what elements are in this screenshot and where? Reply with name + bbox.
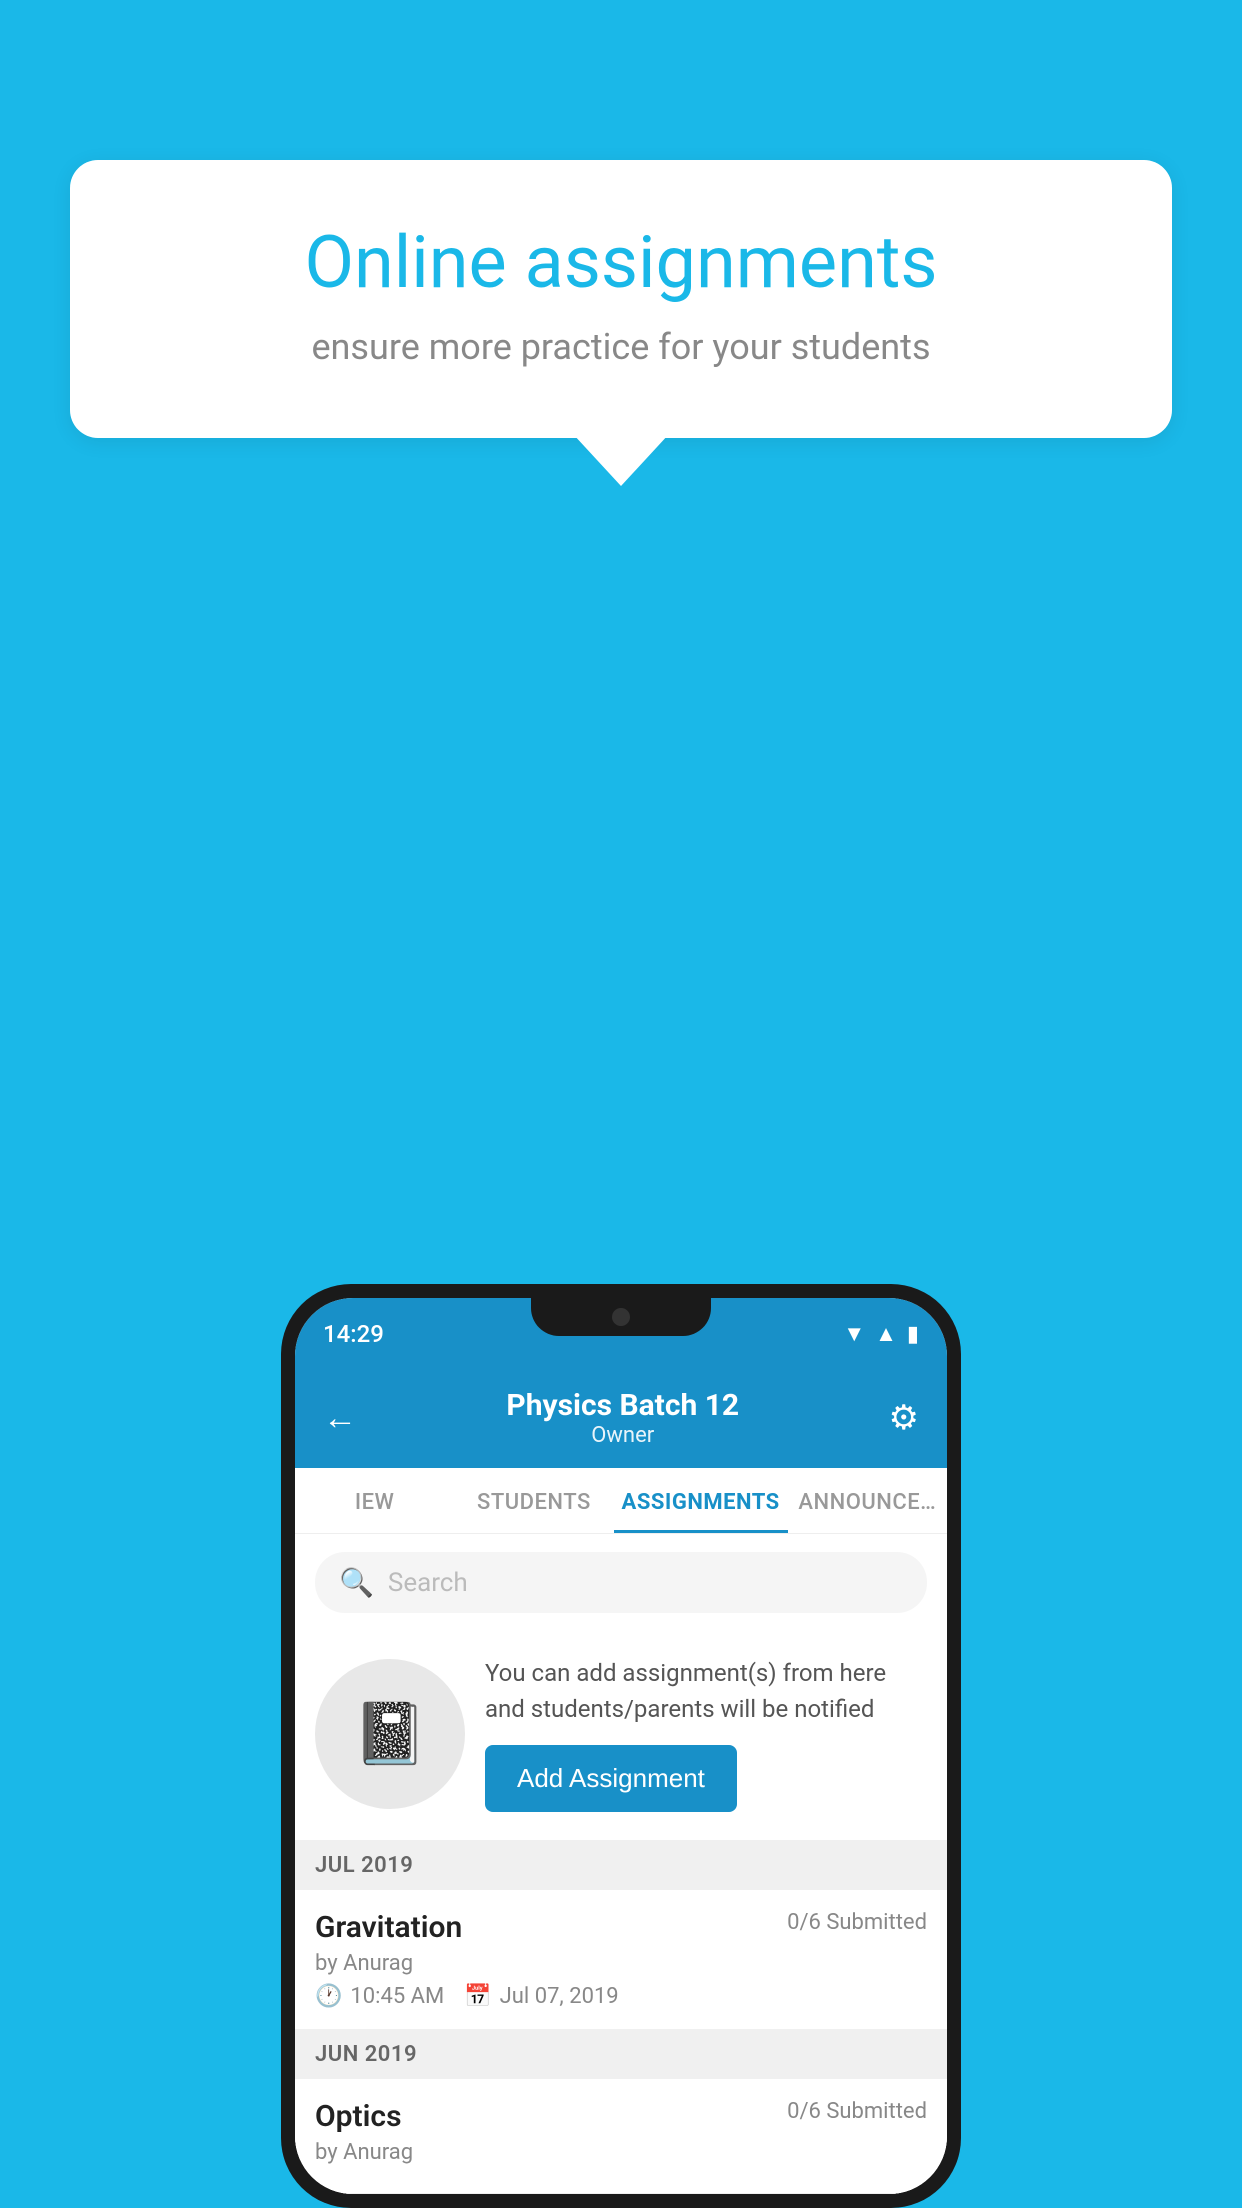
assignment-gravitation[interactable]: Gravitation 0/6 Submitted by Anurag 🕐 10… <box>295 1890 947 2030</box>
date-value: Jul 07, 2019 <box>500 1984 619 2009</box>
status-icons: ▼ ▲ ▮ <box>843 1321 919 1347</box>
app-header: ← Physics Batch 12 Owner ⚙ <box>295 1370 947 1468</box>
promo-icon-circle: 📓 <box>315 1659 465 1809</box>
assignment-submitted: 0/6 Submitted <box>787 1910 927 1935</box>
assignment-optics[interactable]: Optics 0/6 Submitted by Anurag <box>295 2079 947 2194</box>
header-center: Physics Batch 12 Owner <box>506 1388 739 1448</box>
assignment-top-row: Gravitation 0/6 Submitted <box>315 1910 927 1945</box>
batch-title: Physics Batch 12 <box>506 1388 739 1423</box>
assignment-author: by Anurag <box>315 1951 927 1976</box>
battery-icon: ▮ <box>907 1322 919 1347</box>
assignment-name-optics: Optics <box>315 2099 402 2134</box>
phone-screen: 14:29 ▼ ▲ ▮ ← Physics Batch 12 Owner ⚙ <box>295 1298 947 2194</box>
bubble-title: Online assignments <box>140 220 1102 306</box>
speech-bubble-area: Online assignments ensure more practice … <box>70 160 1172 438</box>
section-jun-2019: JUN 2019 <box>295 2030 947 2079</box>
assignment-name: Gravitation <box>315 1910 462 1945</box>
assignment-time: 🕐 10:45 AM <box>315 1984 444 2009</box>
status-bar: 14:29 ▼ ▲ ▮ <box>295 1298 947 1370</box>
search-bar-wrap: 🔍 Search <box>295 1534 947 1631</box>
bubble-subtitle: ensure more practice for your students <box>140 326 1102 368</box>
speech-bubble: Online assignments ensure more practice … <box>70 160 1172 438</box>
notebook-icon: 📓 <box>353 1698 428 1769</box>
section-jul-2019: JUL 2019 <box>295 1841 947 1890</box>
notch <box>531 1298 711 1336</box>
search-icon: 🔍 <box>339 1566 374 1599</box>
batch-owner: Owner <box>506 1423 739 1448</box>
assignment-submitted-optics: 0/6 Submitted <box>787 2099 927 2124</box>
add-assignment-button[interactable]: Add Assignment <box>485 1745 737 1812</box>
status-time: 14:29 <box>323 1320 384 1348</box>
assignment-date: 📅 Jul 07, 2019 <box>464 1984 618 2009</box>
tab-students[interactable]: STUDENTS <box>454 1468 613 1533</box>
phone-frame: 14:29 ▼ ▲ ▮ ← Physics Batch 12 Owner ⚙ <box>281 1284 961 2208</box>
camera <box>612 1308 630 1326</box>
tabs-bar: IEW STUDENTS ASSIGNMENTS ANNOUNCE… <box>295 1468 947 1534</box>
settings-icon[interactable]: ⚙ <box>889 1398 919 1438</box>
time-value: 10:45 AM <box>350 1984 444 2009</box>
search-bar[interactable]: 🔍 Search <box>315 1552 927 1613</box>
promo-section: 📓 You can add assignment(s) from here an… <box>295 1631 947 1841</box>
search-input[interactable]: Search <box>388 1568 468 1598</box>
phone-wrapper: 14:29 ▼ ▲ ▮ ← Physics Batch 12 Owner ⚙ <box>281 1284 961 2208</box>
assignment-author-optics: by Anurag <box>315 2140 927 2165</box>
clock-icon: 🕐 <box>315 1984 342 2009</box>
wifi-icon: ▼ <box>843 1321 865 1347</box>
back-button[interactable]: ← <box>323 1398 357 1438</box>
assignment-top-row-optics: Optics 0/6 Submitted <box>315 2099 927 2134</box>
tab-iew[interactable]: IEW <box>295 1468 454 1533</box>
tab-announcements[interactable]: ANNOUNCE… <box>788 1468 947 1533</box>
tab-assignments[interactable]: ASSIGNMENTS <box>614 1468 788 1533</box>
assignment-meta: 🕐 10:45 AM 📅 Jul 07, 2019 <box>315 1984 927 2009</box>
promo-text-area: You can add assignment(s) from here and … <box>485 1655 927 1812</box>
promo-description: You can add assignment(s) from here and … <box>485 1655 927 1727</box>
calendar-icon: 📅 <box>464 1984 491 2009</box>
signal-icon: ▲ <box>875 1321 897 1347</box>
screen-content: 🔍 Search 📓 You can add assignment(s) fro… <box>295 1534 947 2194</box>
